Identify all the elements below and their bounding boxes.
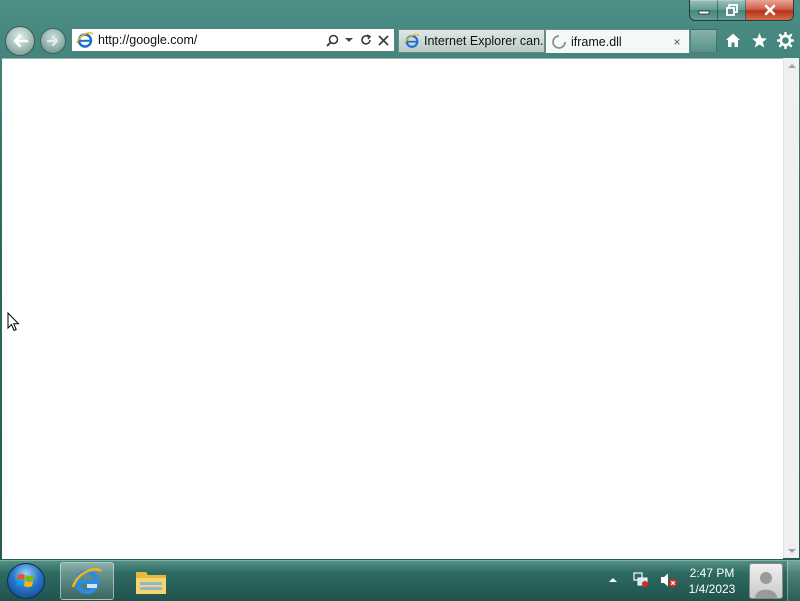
ie-page-icon (404, 33, 420, 48)
windows-start-orb-icon (16, 574, 34, 587)
command-icons (724, 30, 794, 50)
scroll-up-button[interactable] (784, 58, 799, 73)
restore-icon (725, 4, 738, 16)
settings-gear-icon (776, 31, 794, 49)
network-status[interactable] (632, 571, 650, 589)
new-tab-button[interactable] (691, 29, 717, 53)
clock[interactable]: 2:47 PM 1/4/2023 (680, 565, 744, 597)
tab-title: Internet Explorer can... (424, 34, 544, 48)
minimize-button[interactable] (690, 0, 718, 20)
show-hidden-icons-arrow (609, 578, 617, 582)
taskbar-windows-explorer[interactable] (124, 562, 178, 600)
close-icon (764, 4, 775, 16)
stop-button[interactable] (376, 31, 390, 49)
tab-title: iframe.dll (571, 34, 622, 49)
loading-spinner-icon (552, 34, 566, 49)
tab-internet-explorer-cannot[interactable]: Internet Explorer can... (398, 29, 545, 53)
taskbar: 2:47 PM 1/4/2023 (0, 560, 800, 601)
minimize-icon (698, 10, 709, 15)
scroll-down-button[interactable] (784, 543, 799, 558)
scroll-up-arrow-icon (787, 63, 796, 68)
forward-button[interactable] (40, 28, 66, 54)
address-dropdown-button[interactable] (342, 31, 356, 49)
internet-explorer-icon (71, 567, 102, 595)
url-text[interactable]: http://google.com/ (98, 33, 325, 47)
show-desktop-button[interactable] (787, 561, 800, 601)
favorites-star-icon (751, 32, 767, 47)
home-button[interactable] (724, 30, 742, 50)
forward-arrow-icon (46, 35, 59, 47)
refresh-button[interactable] (359, 31, 373, 49)
folder-icon (136, 572, 166, 594)
stop-icon (377, 34, 389, 46)
search-button[interactable] (325, 31, 339, 49)
address-tools (325, 31, 390, 49)
caption-buttons (689, 0, 794, 21)
page-content-area[interactable] (2, 58, 783, 559)
start-button[interactable] (7, 563, 45, 599)
ie-page-icon (76, 32, 94, 48)
favorites-button[interactable] (750, 30, 768, 50)
tab-iframe-dll[interactable]: iframe.dll × (545, 29, 690, 53)
network-icon (633, 572, 648, 587)
dropdown-icon (345, 38, 353, 42)
close-window-button[interactable] (746, 0, 793, 20)
back-arrow-icon (13, 34, 29, 48)
refresh-icon (361, 34, 372, 45)
scroll-down-arrow-icon (787, 548, 796, 553)
volume-status[interactable] (660, 571, 678, 589)
restore-button[interactable] (718, 0, 746, 20)
mouse-cursor-icon (7, 312, 20, 332)
show-hidden-icons-button[interactable] (604, 571, 622, 589)
clock-date: 1/4/2023 (688, 582, 736, 596)
vertical-scrollbar[interactable] (783, 58, 799, 558)
taskbar-internet-explorer[interactable] (60, 562, 114, 600)
user-account-icon (755, 572, 777, 598)
user-account-button[interactable] (749, 563, 783, 599)
volume-muted-icon (661, 573, 677, 587)
navigation-bar: http://google.com/ Internet Explorer can… (0, 25, 800, 57)
tools-button[interactable] (776, 30, 794, 50)
tab-close-button[interactable]: × (669, 35, 685, 49)
home-icon (726, 33, 740, 47)
address-bar[interactable]: http://google.com/ (71, 28, 395, 52)
clock-time: 2:47 PM (689, 566, 735, 580)
back-button[interactable] (5, 26, 35, 56)
search-icon (325, 34, 338, 47)
system-tray (604, 571, 678, 589)
